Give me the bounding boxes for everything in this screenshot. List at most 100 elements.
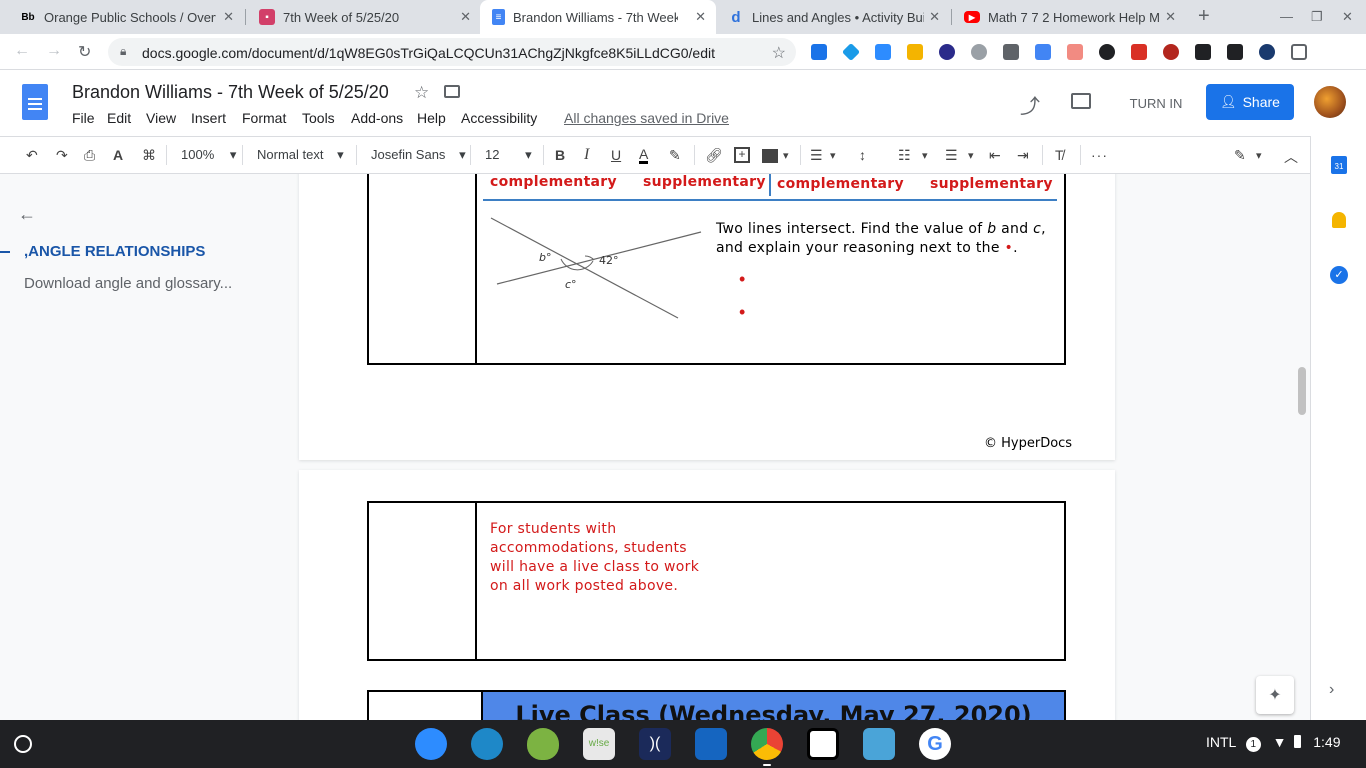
menu-tools[interactable]: Tools	[302, 110, 335, 126]
close-tab-icon[interactable]: ✕	[695, 9, 706, 25]
expand-panel-chevron-right-icon[interactable]: ›	[1329, 681, 1334, 699]
calendar-icon[interactable]: 31	[1331, 156, 1347, 174]
tab-orange-public-schools[interactable]: Bb Orange Public Schools / Overvie ✕	[8, 0, 244, 34]
chevron-down-icon[interactable]: ▾	[922, 149, 928, 162]
document-title[interactable]: Brandon Williams - 7th Week of 5/25/20	[72, 82, 389, 103]
extension-icon[interactable]	[1067, 44, 1083, 60]
close-tab-icon[interactable]: ✕	[929, 9, 940, 25]
reload-icon[interactable]: ↻	[78, 42, 91, 62]
docs-logo-icon[interactable]	[22, 84, 48, 120]
address-bar[interactable]: 🔒︎ docs.google.com/document/d/1qW8EG0sTr…	[108, 38, 796, 66]
launcher-icon[interactable]	[14, 735, 32, 753]
insert-image-icon[interactable]	[762, 149, 778, 163]
app-icon[interactable]	[863, 728, 895, 760]
bold-icon[interactable]: B	[555, 147, 565, 163]
explore-icon[interactable]: ✦	[1256, 676, 1294, 714]
chevron-down-icon[interactable]: ▾	[783, 149, 789, 162]
line-spacing-icon[interactable]: ↕	[859, 147, 866, 163]
chevron-down-icon[interactable]: ▾	[968, 149, 974, 162]
extension-icon[interactable]	[907, 44, 923, 60]
chevron-down-icon[interactable]: ▾	[1256, 149, 1262, 162]
translate-extension-icon[interactable]	[1035, 44, 1051, 60]
tasks-icon[interactable]: ✓	[1330, 266, 1348, 284]
extension-icon[interactable]	[1259, 44, 1275, 60]
menu-help[interactable]: Help	[417, 110, 446, 126]
globe-app-icon[interactable]	[471, 728, 503, 760]
close-window-button[interactable]: ✕	[1342, 9, 1353, 25]
forward-icon[interactable]: →	[46, 42, 62, 60]
status-tray[interactable]: INTL 1 ▼ 1:49	[1206, 734, 1341, 752]
highlight-icon[interactable]: ✎	[669, 147, 681, 164]
tab-math-homework[interactable]: ▶ Math 7 7 2 Homework Help Mo ✕	[952, 0, 1186, 34]
extension-icon[interactable]	[811, 44, 827, 60]
underline-icon[interactable]: U	[611, 147, 621, 163]
menu-file[interactable]: File	[72, 110, 95, 126]
star-icon[interactable]: ☆	[414, 83, 429, 103]
app-icon[interactable]: )(	[639, 728, 671, 760]
bookmark-star-icon[interactable]: ☆	[772, 43, 786, 63]
italic-icon[interactable]: I	[584, 146, 589, 164]
app-icon[interactable]	[807, 728, 839, 760]
vertical-scrollbar[interactable]	[1298, 367, 1306, 415]
close-tab-icon[interactable]: ✕	[1165, 9, 1176, 25]
font-select[interactable]: Josefin Sans ▾	[371, 147, 466, 163]
font-size-select[interactable]: 12 ▾	[485, 147, 532, 163]
apps-grid-icon[interactable]	[1291, 44, 1307, 60]
tab-brandon-williams-doc[interactable]: ≡ Brandon Williams - 7th Week of ✕	[480, 0, 716, 34]
bulleted-list-icon[interactable]: ☰	[945, 147, 958, 164]
menu-edit[interactable]: Edit	[107, 110, 131, 126]
restore-button[interactable]: ❐	[1311, 9, 1323, 25]
chevron-down-icon[interactable]: ▾	[830, 149, 836, 162]
comments-icon[interactable]	[1071, 93, 1091, 109]
extension-icon[interactable]	[1131, 44, 1147, 60]
activity-trend-icon[interactable]: ⤴	[1020, 90, 1040, 119]
numbered-list-icon[interactable]: ☷	[898, 147, 911, 164]
increase-indent-icon[interactable]: ⇥	[1017, 147, 1029, 164]
decrease-indent-icon[interactable]: ⇤	[989, 147, 1001, 164]
share-button[interactable]: 👤︎ Share	[1206, 84, 1294, 120]
turn-in-button[interactable]: TURN IN	[1120, 87, 1192, 119]
move-folder-icon[interactable]	[444, 85, 460, 98]
chrome-app-icon[interactable]	[751, 728, 783, 760]
save-status[interactable]: All changes saved in Drive	[564, 110, 729, 126]
tab-lines-and-angles[interactable]: d Lines and Angles • Activity Build ✕	[716, 0, 950, 34]
close-tab-icon[interactable]: ✕	[223, 9, 234, 25]
app-icon[interactable]	[695, 728, 727, 760]
menu-insert[interactable]: Insert	[191, 110, 226, 126]
avatar[interactable]	[1314, 86, 1346, 118]
extension-icon[interactable]	[971, 44, 987, 60]
answer-bullet[interactable]: •	[739, 302, 745, 323]
hide-menus-chevron-up-icon[interactable]: ︿	[1284, 147, 1298, 167]
close-tab-icon[interactable]: ✕	[460, 9, 471, 25]
extension-icon[interactable]	[1195, 44, 1211, 60]
document-canvas[interactable]: ← ,ANGLE RELATIONSHIPS Download angle an…	[0, 174, 1310, 720]
more-options-icon[interactable]: ···	[1091, 147, 1108, 163]
extension-icon[interactable]	[841, 42, 861, 62]
align-icon[interactable]: ☰	[810, 147, 823, 164]
pear-deck-app-icon[interactable]	[527, 728, 559, 760]
outline-subitem[interactable]: Download angle and glossary...	[24, 275, 232, 292]
undo-icon[interactable]: ↶	[26, 147, 38, 164]
link-icon[interactable]: 🔗︎	[705, 147, 723, 164]
menu-view[interactable]: View	[146, 110, 176, 126]
back-icon[interactable]: ←	[14, 42, 30, 60]
zoom-extension-icon[interactable]	[875, 44, 891, 60]
zoom-app-icon[interactable]	[415, 728, 447, 760]
keep-icon[interactable]	[1332, 212, 1346, 228]
answer-bullet[interactable]: •	[739, 269, 745, 290]
extension-icon[interactable]	[1227, 44, 1243, 60]
clear-formatting-icon[interactable]: T̸	[1055, 147, 1064, 163]
text-color-icon[interactable]: A	[639, 147, 649, 164]
menu-addons[interactable]: Add-ons	[351, 110, 403, 126]
wise-app-icon[interactable]: w!se	[583, 728, 615, 760]
kami-extension-icon[interactable]	[939, 44, 955, 60]
outline-heading[interactable]: ,ANGLE RELATIONSHIPS	[24, 243, 205, 260]
insert-comment-icon[interactable]: +	[734, 147, 750, 163]
tab-7th-week[interactable]: ▪ 7th Week of 5/25/20 ✕	[247, 0, 481, 34]
style-select[interactable]: Normal text ▾	[257, 147, 344, 163]
redo-icon[interactable]: ↷	[56, 147, 68, 164]
minimize-button[interactable]: —	[1280, 9, 1293, 24]
menu-accessibility[interactable]: Accessibility	[461, 110, 537, 126]
extension-icon[interactable]	[1099, 44, 1115, 60]
zoom-select[interactable]: 100% ▾	[181, 147, 236, 163]
